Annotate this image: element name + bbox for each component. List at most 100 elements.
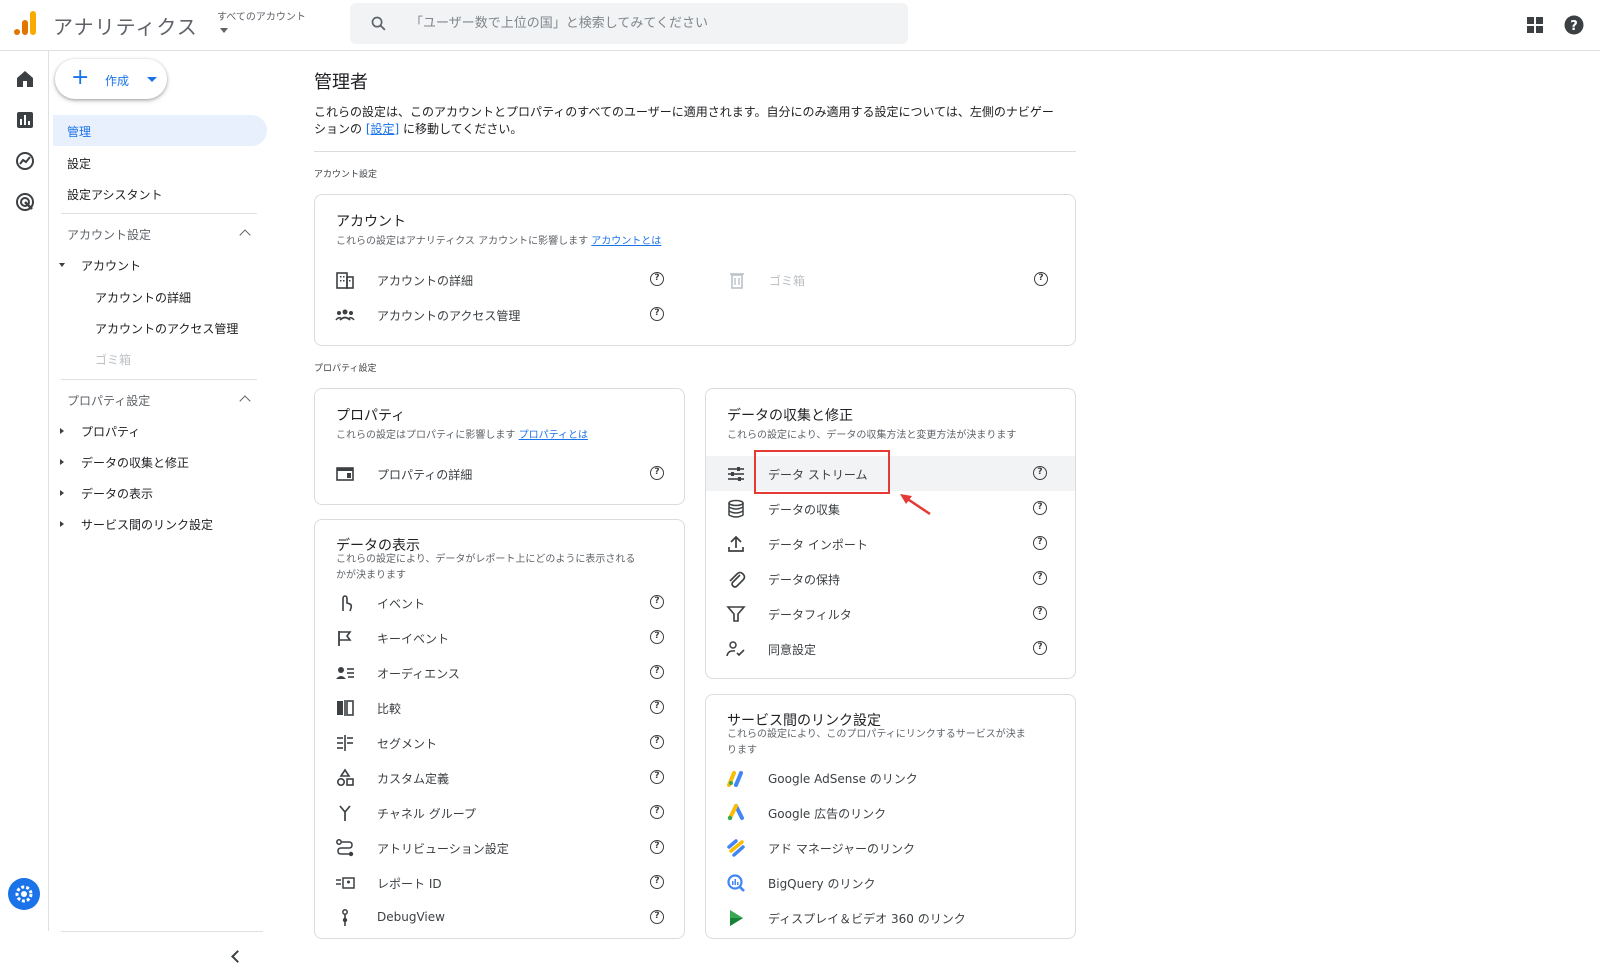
expand-caret-icon[interactable] <box>60 521 64 527</box>
row-segments[interactable]: セグメント ? <box>315 725 684 760</box>
nav-item-data-collection[interactable]: データの収集と修正 <box>81 454 189 471</box>
expand-caret-icon[interactable] <box>59 263 65 267</box>
row-data-retention[interactable]: データの保持 ? <box>706 561 1075 596</box>
row-channel-groups[interactable]: チャネル グループ ? <box>315 795 684 830</box>
help-circle-icon[interactable]: ? <box>650 700 664 714</box>
help-circle-icon[interactable]: ? <box>650 307 664 321</box>
account-picker-label[interactable]: すべてのアカウント <box>217 8 306 23</box>
search-bar[interactable] <box>350 3 908 44</box>
row-label: データの保持 <box>768 573 841 587</box>
help-circle-icon[interactable]: ? <box>1033 466 1047 480</box>
row-debugview[interactable]: DebugView ? <box>315 900 684 935</box>
nav-divider <box>61 379 257 380</box>
desc-text: に移動してください。 <box>403 122 523 136</box>
upload-icon <box>728 535 744 552</box>
row-label: ディスプレイ＆ビデオ 360 のリンク <box>768 912 966 926</box>
nav-item-property[interactable]: プロパティ <box>81 423 140 440</box>
row-comparisons[interactable]: 比較 ? <box>315 690 684 725</box>
nav-item-account-access[interactable]: アカウントのアクセス管理 <box>95 320 238 337</box>
advertising-icon[interactable] <box>14 191 36 213</box>
row-data-filters[interactable]: データフィルタ ? <box>706 596 1075 631</box>
row-events[interactable]: イベント ? <box>315 585 684 620</box>
help-circle-icon[interactable]: ? <box>650 910 664 924</box>
row-google-ads-links[interactable]: Google 広告のリンク <box>706 795 1075 830</box>
flag-icon <box>338 631 352 646</box>
create-button[interactable]: + 作成 <box>55 59 167 99</box>
adsense-icon <box>727 771 743 787</box>
admin-gear-icon[interactable] <box>8 878 40 910</box>
nav-item-admin[interactable]: 管理 <box>67 123 91 140</box>
help-circle-icon[interactable]: ? <box>1033 641 1047 655</box>
analytics-logo-icon[interactable] <box>13 10 37 36</box>
expand-caret-icon[interactable] <box>60 490 64 496</box>
row-consent-settings[interactable]: 同意設定 ? <box>706 631 1075 666</box>
nav-item-setup-assistant[interactable]: 設定アシスタント <box>67 186 163 203</box>
search-input[interactable] <box>410 3 890 44</box>
row-account-access[interactable]: アカウントのアクセス管理 ? <box>315 297 695 332</box>
help-circle-icon[interactable]: ? <box>1034 272 1048 286</box>
row-dv360-links[interactable]: ディスプレイ＆ビデオ 360 のリンク <box>706 900 1075 935</box>
help-circle-icon[interactable]: ? <box>650 735 664 749</box>
row-label: ゴミ箱 <box>769 274 806 288</box>
card-subtitle: これらの設定により、データの収集方法と変更方法が決まります <box>727 430 1017 441</box>
what-is-property-link[interactable]: プロパティとは <box>519 430 588 441</box>
ad-manager-icon <box>727 839 745 857</box>
help-circle-icon[interactable]: ? <box>1033 501 1047 515</box>
chevron-up-icon[interactable] <box>239 229 251 241</box>
help-circle-icon[interactable]: ? <box>650 805 664 819</box>
row-property-details[interactable]: プロパティの詳細 ? <box>315 456 684 491</box>
help-circle-icon[interactable]: ? <box>650 840 664 854</box>
expand-caret-icon[interactable] <box>60 459 64 465</box>
row-account-details[interactable]: アカウントの詳細 ? <box>315 262 695 297</box>
nav-item-settings[interactable]: 設定 <box>67 155 91 172</box>
row-custom-definitions[interactable]: カスタム定義 ? <box>315 760 684 795</box>
collapse-nav-icon[interactable] <box>231 950 244 963</box>
row-audiences[interactable]: オーディエンス ? <box>315 655 684 690</box>
row-label: プロパティの詳細 <box>377 468 473 482</box>
card-subtitle-text: ります <box>727 745 757 756</box>
explore-icon[interactable] <box>14 150 36 172</box>
help-circle-icon[interactable]: ? <box>650 630 664 644</box>
nav-section-account[interactable]: アカウント設定 <box>67 226 151 243</box>
expand-caret-icon[interactable] <box>60 428 64 434</box>
card-subtitle-text: これらの設定はプロパティに影響します <box>336 430 516 441</box>
reports-icon[interactable] <box>14 109 36 131</box>
settings-link[interactable]: [設定] <box>366 122 399 136</box>
help-circle-icon[interactable]: ? <box>650 665 664 679</box>
what-is-account-link[interactable]: アカウントとは <box>591 236 661 247</box>
help-circle-icon[interactable]: ? <box>650 595 664 609</box>
row-key-events[interactable]: キーイベント ? <box>315 620 684 655</box>
row-reporting-identity[interactable]: レポート ID ? <box>315 865 684 900</box>
row-trash: ゴミ箱 ? <box>707 262 1075 297</box>
row-adsense-links[interactable]: Google AdSense のリンク <box>706 760 1075 795</box>
help-circle-icon[interactable]: ? <box>650 466 664 480</box>
help-circle-icon[interactable]: ? <box>1033 571 1047 585</box>
row-data-import[interactable]: データ インポート ? <box>706 526 1075 561</box>
nav-group-account[interactable]: アカウント <box>81 257 141 274</box>
account-picker-caret-icon[interactable] <box>220 28 228 33</box>
home-icon[interactable] <box>14 68 36 90</box>
help-circle-icon[interactable]: ? <box>1033 536 1047 550</box>
chevron-up-icon[interactable] <box>239 395 251 407</box>
apps-grid-icon[interactable] <box>1524 14 1546 36</box>
nav-section-property[interactable]: プロパティ設定 <box>67 392 150 409</box>
nav-item-account-details[interactable]: アカウントの詳細 <box>95 289 191 306</box>
help-circle-icon[interactable]: ? <box>650 875 664 889</box>
people-icon <box>335 309 355 321</box>
row-bigquery-links[interactable]: BigQuery のリンク <box>706 865 1075 900</box>
nav-item-data-display[interactable]: データの表示 <box>81 485 153 502</box>
row-label: データフィルタ <box>768 608 852 622</box>
card-subtitle-text: これらの設定により、このプロパティにリンクするサービスが決ま <box>727 729 1026 740</box>
row-ad-manager-links[interactable]: アド マネージャーのリンク <box>706 830 1075 865</box>
nav-item-product-links[interactable]: サービス間のリンク設定 <box>81 516 213 533</box>
row-label: Google 広告のリンク <box>768 807 887 821</box>
row-attribution-settings[interactable]: アトリビューション設定 ? <box>315 830 684 865</box>
row-label: セグメント <box>377 737 438 751</box>
help-circle-icon[interactable]: ? <box>650 770 664 784</box>
help-circle-icon[interactable]: ? <box>1033 606 1047 620</box>
database-icon <box>728 499 744 518</box>
help-icon[interactable]: ? <box>1563 14 1585 36</box>
row-data-collection[interactable]: データの収集 ? <box>706 491 1075 526</box>
nav-divider <box>61 931 263 932</box>
help-circle-icon[interactable]: ? <box>650 272 664 286</box>
